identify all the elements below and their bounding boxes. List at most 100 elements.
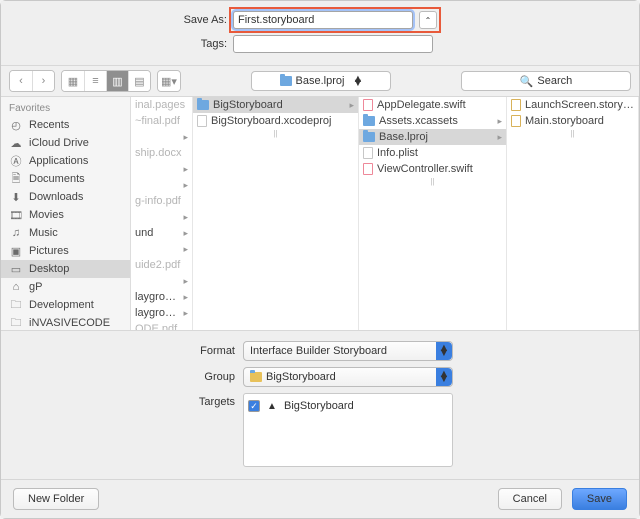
list-item[interactable]: ▸	[131, 241, 192, 257]
expand-button[interactable]: ⌃	[419, 11, 437, 29]
column-1[interactable]: BigStoryboard▸BigStoryboard.xcodeproj||	[193, 97, 359, 330]
list-item[interactable]: layground▸	[131, 305, 192, 321]
list-item[interactable]: AppDelegate.swift	[359, 97, 506, 113]
column-view-button[interactable]: ▥	[106, 71, 128, 91]
file-name: AppDelegate.swift	[377, 99, 466, 111]
sidebar-icon: 🗎	[9, 173, 23, 185]
sidebar-item-pictures[interactable]: ▣Pictures	[1, 242, 130, 260]
sidebar-item-documents[interactable]: 🗎 Documents	[1, 170, 130, 188]
list-item[interactable]: ~final.pdf	[131, 113, 192, 129]
list-item[interactable]: ▸	[131, 129, 192, 145]
list-item[interactable]: ship.docx	[131, 145, 192, 161]
list-item[interactable]: Assets.xcassets▸	[359, 113, 506, 129]
column-3[interactable]: LaunchScreen.storyboardMain.storyboard||	[507, 97, 639, 330]
browser: Favorites ◴Recents☁iCloud DriveⒶApplicat…	[1, 97, 639, 331]
swift-icon	[363, 99, 373, 111]
list-view-button[interactable]: ≡	[84, 71, 106, 91]
column-0[interactable]: inal.pages~final.pdf▸ship.docx▸▸g-info.p…	[131, 97, 193, 330]
sidebar-icon: 🎞	[9, 209, 23, 221]
list-item[interactable]: Main.storyboard	[507, 113, 638, 129]
tags-input[interactable]	[233, 35, 433, 53]
list-item[interactable]: LaunchScreen.storyboard	[507, 97, 638, 113]
list-item[interactable]: ODE.pdf	[131, 321, 192, 330]
arrange-button[interactable]: ▦▾	[158, 71, 180, 91]
path-popup[interactable]: Base.lproj ▲▼	[251, 71, 391, 91]
sidebar-icon: ▭	[9, 263, 23, 275]
list-item[interactable]: ViewController.swift	[359, 161, 506, 177]
sidebar-icon: 🗀	[9, 317, 23, 329]
chevron-right-icon: ▸	[497, 132, 502, 143]
folder-icon	[250, 372, 262, 382]
sidebar-item-icloud-drive[interactable]: ☁iCloud Drive	[1, 134, 130, 152]
sidebar-item-desktop[interactable]: ▭ Desktop	[1, 260, 130, 278]
format-label: Format	[13, 345, 243, 357]
format-select[interactable]: Interface Builder Storyboard ▲▼	[243, 341, 453, 361]
format-value: Interface Builder Storyboard	[250, 345, 387, 357]
cancel-button[interactable]: Cancel	[498, 488, 562, 510]
list-item[interactable]: inal.pages	[131, 97, 192, 113]
list-item[interactable]: uide2.pdf	[131, 257, 192, 273]
file-icon	[197, 115, 207, 127]
chevron-right-icon: ▸	[183, 212, 188, 223]
list-item[interactable]: layground▸	[131, 289, 192, 305]
chevron-right-icon: ▸	[183, 244, 188, 255]
path-label: Base.lproj	[296, 75, 345, 87]
file-name: Assets.xcassets	[379, 115, 458, 127]
gallery-view-button[interactable]: ▤	[128, 71, 150, 91]
view-mode-group: ▦ ≡ ▥ ▤	[61, 70, 151, 92]
sidebar-item-development[interactable]: 🗀Development	[1, 296, 130, 314]
list-item[interactable]: ▸	[131, 161, 192, 177]
list-item[interactable]: ▸	[131, 177, 192, 193]
list-item[interactable]: BigStoryboard.xcodeproj	[193, 113, 358, 129]
group-select[interactable]: BigStoryboard ▲▼	[243, 367, 453, 387]
file-name: BigStoryboard.xcodeproj	[211, 115, 331, 127]
chevron-right-icon: ▸	[183, 276, 188, 287]
search-input[interactable]: 🔍 Search	[461, 71, 631, 91]
list-item[interactable]: Info.plist	[359, 145, 506, 161]
sidebar-item-invasivecode[interactable]: 🗀iNVASIVECODE	[1, 314, 130, 330]
file-icon	[363, 147, 373, 159]
sidebar-item-label: Music	[29, 227, 58, 239]
sidebar-item-label: Desktop	[29, 263, 69, 275]
list-item[interactable]: ▸	[131, 273, 192, 289]
chevron-right-icon: ▸	[183, 308, 188, 319]
sidebar-item-label: Documents	[29, 173, 85, 185]
column-2[interactable]: AppDelegate.swiftAssets.xcassets▸Base.lp…	[359, 97, 507, 330]
chevron-right-icon: ▸	[183, 180, 188, 191]
target-row[interactable]: ✓ ▲ BigStoryboard	[248, 398, 448, 414]
group-label: Group	[13, 371, 243, 383]
sidebar-item-downloads[interactable]: ⬇Downloads	[1, 188, 130, 206]
tags-label: Tags:	[13, 38, 233, 50]
chevron-right-icon: ▸	[349, 100, 354, 111]
sidebar-item-gp[interactable]: ⌂gP	[1, 278, 130, 296]
list-item[interactable]: Base.lproj ▸	[359, 129, 506, 145]
save-button[interactable]: Save	[572, 488, 627, 510]
back-button[interactable]: ‹	[10, 71, 32, 91]
sidebar: Favorites ◴Recents☁iCloud DriveⒶApplicat…	[1, 97, 131, 330]
list-item[interactable]: und▸	[131, 225, 192, 241]
new-folder-button[interactable]: New Folder	[13, 488, 99, 510]
target-checkbox[interactable]: ✓	[248, 400, 260, 412]
list-item[interactable]: g-info.pdf	[131, 193, 192, 209]
list-item[interactable]: ▸	[131, 209, 192, 225]
sidebar-item-applications[interactable]: ⒶApplications	[1, 152, 130, 170]
search-placeholder: Search	[537, 75, 572, 87]
chevron-right-icon: ▸	[183, 132, 188, 143]
sidebar-icon: ♫	[9, 227, 23, 239]
file-name: Base.lproj	[379, 131, 428, 143]
forward-button[interactable]: ›	[32, 71, 54, 91]
sidebar-item-label: Recents	[29, 119, 69, 131]
sidebar-icon: ◴	[9, 119, 23, 131]
chevron-right-icon: ▸	[183, 228, 188, 239]
saveas-input[interactable]	[233, 11, 413, 29]
sidebar-item-label: Downloads	[29, 191, 83, 203]
sidebar-item-music[interactable]: ♫ Music	[1, 224, 130, 242]
list-item[interactable]: BigStoryboard ▸	[193, 97, 358, 113]
file-name: BigStoryboard	[213, 99, 283, 111]
file-name: ViewController.swift	[377, 163, 473, 175]
saveas-label: Save As:	[13, 14, 233, 26]
search-icon: 🔍	[520, 75, 534, 88]
sidebar-item-recents[interactable]: ◴ Recents	[1, 116, 130, 134]
sidebar-item-movies[interactable]: 🎞Movies	[1, 206, 130, 224]
icon-view-button[interactable]: ▦	[62, 71, 84, 91]
